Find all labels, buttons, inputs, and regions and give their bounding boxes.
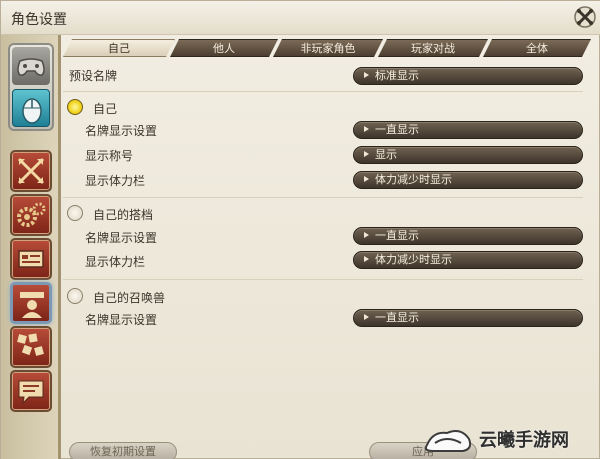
divider: [63, 91, 583, 92]
close-icon: [574, 6, 596, 28]
watermark-text: 云曦手游网: [479, 430, 569, 451]
self-title-dropdown[interactable]: 显示: [353, 146, 583, 164]
mouse-icon: [22, 98, 42, 124]
input-mode-group: [8, 43, 54, 131]
triangle-right-icon: [364, 176, 369, 182]
divider: [63, 197, 583, 198]
dropdown-value: 显示: [375, 148, 397, 161]
tab-all[interactable]: 全体: [483, 39, 591, 57]
gamepad-icon: [17, 58, 45, 76]
triangle-right-icon: [364, 232, 369, 238]
preset-dropdown[interactable]: 标准显示: [353, 67, 583, 85]
radio-summon[interactable]: [67, 288, 83, 304]
self-nameplate-dropdown[interactable]: 一直显示: [353, 121, 583, 139]
nameplate-icon: [20, 292, 44, 318]
row-label: 名牌显示设置: [85, 313, 158, 327]
row-label: 显示体力栏: [85, 174, 146, 188]
triangle-right-icon: [364, 151, 369, 157]
triangle-right-icon: [364, 256, 369, 262]
reset-defaults-button[interactable]: 恢复初期设置: [69, 442, 177, 459]
row-label: 名牌显示设置: [85, 124, 158, 138]
radio-partner[interactable]: [67, 205, 83, 221]
triangle-right-icon: [364, 72, 369, 78]
tab-label: 玩家对战: [411, 42, 455, 55]
tab-others[interactable]: 他人: [170, 39, 278, 57]
row-label: 显示称号: [85, 149, 134, 163]
settings-content: 预设名牌 标准显示 自己 名牌显示设置 一直显示 显示称号 显示 显示体力栏 体…: [63, 61, 593, 441]
tab-label: 非玩家角色: [300, 42, 356, 55]
partner-hpbar-dropdown[interactable]: 体力减少时显示: [353, 251, 583, 269]
dropdown-value: 一直显示: [375, 229, 419, 242]
crossed-arrows-icon: [17, 157, 45, 185]
close-button[interactable]: [573, 5, 597, 29]
triangle-right-icon: [364, 126, 369, 132]
sidebar-item-party[interactable]: [10, 326, 52, 368]
divider: [63, 279, 583, 280]
gamepad-mode-button[interactable]: [12, 47, 50, 85]
radio-self[interactable]: [67, 99, 83, 115]
dropdown-value: 体力减少时显示: [375, 173, 452, 186]
tab-bar: 自己 他人 非玩家角色 玩家对战 全体: [63, 39, 593, 59]
hotbar-icon: [18, 250, 44, 268]
title-bar[interactable]: 角色设置: [1, 1, 600, 35]
watermark-logo-icon: [424, 430, 472, 452]
tab-pvp[interactable]: 玩家对战: [378, 39, 488, 57]
dropdown-value: 一直显示: [375, 123, 419, 136]
dropdown-value: 体力减少时显示: [375, 253, 452, 266]
summon-nameplate-dropdown[interactable]: 一直显示: [353, 309, 583, 327]
tab-label: 全体: [526, 42, 548, 55]
triangle-right-icon: [364, 314, 369, 320]
button-label: 恢复初期设置: [90, 445, 156, 458]
row-label: 显示体力栏: [85, 255, 146, 269]
tab-label: 自己: [108, 42, 130, 55]
sidebar-item-chat[interactable]: [10, 370, 52, 412]
section-title-self: 自己: [93, 102, 118, 116]
tab-self[interactable]: 自己: [63, 39, 175, 57]
window-title: 角色设置: [11, 12, 67, 28]
dice-grid-icon: [17, 333, 44, 356]
mouse-mode-button[interactable]: [12, 89, 50, 127]
section-title-partner: 自己的搭档: [93, 208, 154, 222]
partner-nameplate-dropdown[interactable]: 一直显示: [353, 227, 583, 245]
section-title-summon: 自己的召唤兽: [93, 291, 166, 305]
sidebar-item-character[interactable]: [10, 282, 52, 324]
tab-label: 他人: [213, 42, 235, 55]
sidebar: [1, 35, 61, 459]
character-settings-window: 角色设置 自己 他人 非玩家角色 玩家对战 全体 预设名牌 标准显示 自己 名牌…: [0, 0, 600, 459]
gears-icon: [17, 202, 46, 227]
dropdown-value: 一直显示: [375, 311, 419, 324]
self-hpbar-dropdown[interactable]: 体力减少时显示: [353, 171, 583, 189]
sidebar-item-movement[interactable]: [10, 150, 52, 192]
row-label: 名牌显示设置: [85, 231, 158, 245]
preset-label: 预设名牌: [69, 69, 118, 83]
sidebar-item-hotbar[interactable]: [10, 238, 52, 280]
dropdown-value: 标准显示: [375, 69, 419, 82]
chat-bubble-icon: [18, 380, 44, 405]
sidebar-item-system[interactable]: [10, 194, 52, 236]
tab-npc[interactable]: 非玩家角色: [273, 39, 383, 57]
